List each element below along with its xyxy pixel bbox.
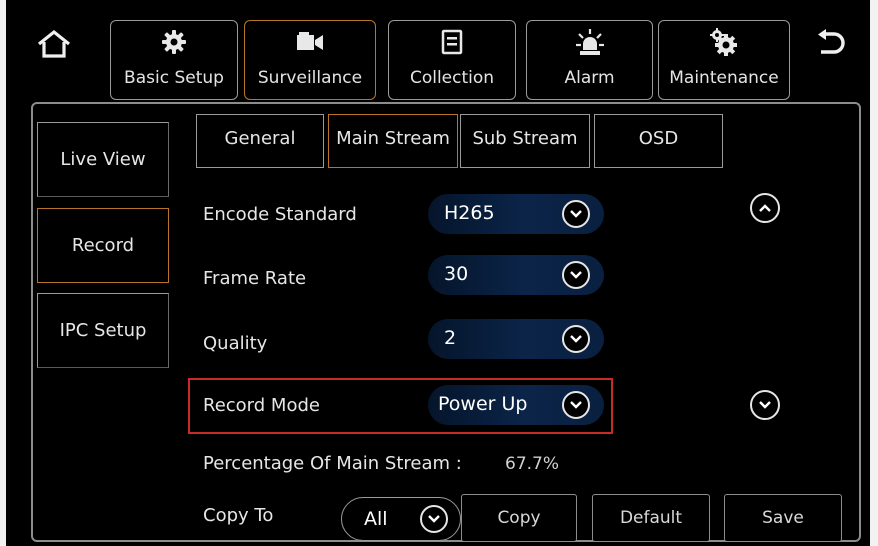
record-mode-value: Power Up xyxy=(438,393,528,415)
frame-rate-label: Frame Rate xyxy=(203,268,307,289)
copy-button[interactable]: Copy xyxy=(461,494,577,542)
tab-label: Alarm xyxy=(564,68,615,88)
subtab-label: Sub Stream xyxy=(472,128,578,149)
sidebar-item-label: Live View xyxy=(60,149,146,170)
chevron-down-icon[interactable] xyxy=(562,391,590,419)
copy-to-value: All xyxy=(364,508,388,530)
quality-select[interactable]: 2 xyxy=(428,319,604,359)
document-icon xyxy=(389,27,515,57)
chevron-down-icon[interactable] xyxy=(562,261,590,289)
subtab-osd[interactable]: OSD xyxy=(594,114,723,168)
sidebar-item-label: Record xyxy=(71,235,135,256)
frame-rate-value: 30 xyxy=(444,263,469,285)
frame-rate-select[interactable]: 30 xyxy=(428,255,604,295)
tab-surveillance[interactable]: Surveillance xyxy=(244,20,376,100)
sidebar-item-ipc-setup[interactable]: IPC Setup xyxy=(37,293,169,368)
subtab-main-stream[interactable]: Main Stream xyxy=(328,114,458,168)
gear-icon xyxy=(111,27,237,57)
camera-icon xyxy=(245,27,375,57)
back-icon[interactable] xyxy=(808,22,852,66)
chevron-down-icon[interactable] xyxy=(562,200,590,228)
subtab-label: Main Stream xyxy=(336,128,450,149)
subtab-general[interactable]: General xyxy=(196,114,324,168)
tab-label: Maintenance xyxy=(669,68,779,88)
subtab-label: OSD xyxy=(638,128,679,149)
record-mode-select[interactable]: Power Up xyxy=(428,385,604,425)
encode-standard-value: H265 xyxy=(444,202,495,224)
sidebar-item-live-view[interactable]: Live View xyxy=(37,122,169,197)
scroll-up-icon[interactable] xyxy=(750,193,780,223)
copy-to-label: Copy To xyxy=(203,505,274,526)
home-icon[interactable] xyxy=(32,22,76,66)
sidebar-item-record[interactable]: Record xyxy=(37,208,169,283)
record-mode-label: Record Mode xyxy=(203,395,320,416)
percentage-label: Percentage Of Main Stream : xyxy=(203,453,462,474)
sidebar-item-label: IPC Setup xyxy=(59,320,147,341)
percentage-value: 67.7% xyxy=(505,454,560,474)
chevron-down-icon[interactable] xyxy=(562,325,590,353)
tab-alarm[interactable]: Alarm xyxy=(526,20,653,100)
chevron-down-icon[interactable] xyxy=(420,505,448,533)
dvr-screen: Basic Setup Surveillance Collection Alar… xyxy=(6,0,870,546)
tab-maintenance[interactable]: Maintenance xyxy=(658,20,790,100)
subtab-sub-stream[interactable]: Sub Stream xyxy=(460,114,590,168)
quality-value: 2 xyxy=(444,327,457,349)
tab-label: Basic Setup xyxy=(124,68,224,88)
tab-label: Collection xyxy=(409,68,495,88)
default-button[interactable]: Default xyxy=(592,494,710,542)
tab-collection[interactable]: Collection xyxy=(388,20,516,100)
quality-label: Quality xyxy=(203,333,268,354)
encode-standard-label: Encode Standard xyxy=(203,204,357,225)
subtab-label: General xyxy=(224,128,296,149)
tab-label: Surveillance xyxy=(257,68,363,88)
scroll-down-icon[interactable] xyxy=(750,390,780,420)
alarm-light-icon xyxy=(527,27,652,57)
encode-standard-select[interactable]: H265 xyxy=(428,194,604,234)
tab-basic-setup[interactable]: Basic Setup xyxy=(110,20,238,100)
copy-to-select[interactable]: All xyxy=(341,497,461,541)
save-button[interactable]: Save xyxy=(724,494,842,542)
gears-icon xyxy=(659,27,789,57)
